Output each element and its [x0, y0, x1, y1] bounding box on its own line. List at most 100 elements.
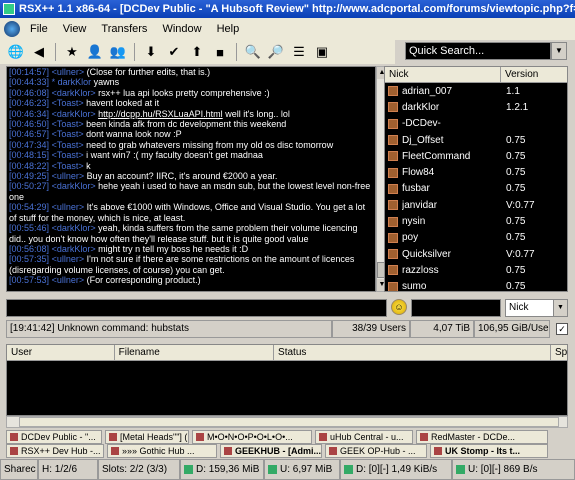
tab-hub[interactable]: UK Stomp - Its t...	[430, 444, 548, 458]
scroll-thumb[interactable]	[19, 417, 559, 427]
user-row[interactable]: -DCDev-	[385, 116, 567, 132]
user-nick: fusbar	[402, 183, 430, 195]
chat-nick[interactable]: <Toast>	[52, 161, 84, 171]
chat-nick[interactable]: <Toast>	[52, 129, 84, 139]
chat-nick[interactable]: <darkKlor>	[52, 109, 96, 119]
chat-timestamp: [00:54:29]	[9, 202, 50, 213]
column-filename[interactable]: Filename	[115, 345, 275, 360]
tab-label: uHub Central - u...	[330, 432, 404, 442]
tab-hub[interactable]: »»» Gothic Hub ...	[107, 444, 217, 458]
chat-nick[interactable]: <darkKlor>	[52, 181, 96, 191]
menu-view[interactable]: View	[63, 23, 87, 35]
users-icon[interactable]: 👤	[85, 42, 105, 62]
tab-hub[interactable]: RSX++ Dev Hub -...	[6, 444, 104, 458]
chat-text: dont wanna look now :P	[83, 129, 182, 140]
user-row[interactable]: sumo 0.75	[385, 279, 567, 291]
dl-icon[interactable]: ⬇	[141, 42, 161, 62]
chat-line: [00:56:08] <darkKlor> might try n tell m…	[7, 244, 375, 254]
quick-search-dropdown-icon[interactable]: ▼	[551, 42, 567, 60]
menu-help[interactable]: Help	[217, 23, 240, 35]
user-row[interactable]: Quicksilver V:0.77	[385, 246, 567, 262]
chat-nick[interactable]: <ullner>	[52, 254, 85, 264]
filter-column-select[interactable]: Nick ▼	[505, 299, 568, 317]
hub-icon	[10, 447, 18, 455]
menu-file[interactable]: File	[30, 23, 48, 35]
quick-search-input[interactable]: Quick Search...	[405, 42, 551, 60]
chat-log[interactable]: [00:14:57] <ullner> (Close for further e…	[6, 66, 376, 292]
user-row[interactable]: fusbar 0.75	[385, 181, 567, 197]
app-menu-icon[interactable]	[4, 21, 20, 37]
message-input[interactable]	[6, 299, 387, 317]
chat-nick[interactable]: <darkKlor>	[52, 244, 96, 254]
status-share-label: Sharec	[0, 459, 38, 480]
chat-nick[interactable]: <darkKlor>	[52, 88, 96, 98]
chat-link[interactable]: http://dcpp.hu/RSXLuaAPI.html	[98, 109, 223, 119]
show-users-checkbox[interactable]: ✓	[556, 323, 568, 335]
user-row[interactable]: Dj_Offset 0.75	[385, 132, 567, 148]
chat-timestamp: [00:57:53]	[9, 275, 50, 286]
chat-text: well it's long.. lol	[222, 108, 290, 119]
tab-label: RSX++ Dev Hub -...	[21, 446, 101, 456]
tab-hub[interactable]: uHub Central - u...	[315, 430, 413, 444]
user-nick: janvidar	[402, 199, 438, 211]
column-status[interactable]: Status	[274, 345, 552, 360]
column-speed[interactable]: Sp	[551, 345, 567, 360]
chat-nick[interactable]: <Toast>	[52, 140, 84, 150]
tab-hub[interactable]: GEEKHUB - [Admi...	[220, 444, 322, 458]
users2-icon[interactable]: 👥	[108, 42, 128, 62]
monitor-icon[interactable]: ▣	[312, 42, 332, 62]
column-version[interactable]: Version	[501, 67, 542, 82]
user-row[interactable]: adrian_007 1.1	[385, 83, 567, 99]
user-nick: poy	[402, 232, 419, 244]
user-row[interactable]: poy 0.75	[385, 230, 567, 246]
menu-window[interactable]: Window	[162, 23, 201, 35]
chat-nick[interactable]: <Toast>	[52, 98, 84, 108]
check-icon[interactable]: ✔	[164, 42, 184, 62]
user-row[interactable]: razzloss 0.75	[385, 262, 567, 278]
stop-icon[interactable]: ■	[210, 42, 230, 62]
chat-nick[interactable]: <Toast>	[52, 150, 84, 160]
user-nick: razzloss	[402, 264, 439, 276]
chat-timestamp: [00:46:23]	[9, 98, 50, 109]
user-icon	[388, 167, 398, 178]
transfer-hscrollbar[interactable]	[6, 416, 568, 428]
tab-hub[interactable]: M•O•N•O•P•O•L•O•...	[192, 430, 312, 444]
status-hubs: H: 1/2/6	[38, 459, 98, 480]
up-icon[interactable]: ⬆	[187, 42, 207, 62]
menu-transfers[interactable]: Transfers	[101, 23, 147, 35]
search2-icon[interactable]: 🔎	[266, 42, 286, 62]
chat-nick[interactable]: <darkKlor>	[52, 223, 96, 233]
search-icon[interactable]: 🔍	[243, 42, 263, 62]
user-filter-input[interactable]	[411, 299, 501, 317]
tab-hub[interactable]: [Metal Heads""] (...	[105, 430, 189, 444]
tab-hub[interactable]: RedMaster - DCDe...	[416, 430, 548, 444]
chat-line: [00:46:57] <Toast> dont wanna look now :…	[7, 129, 375, 139]
user-list[interactable]: Nick Version adrian_007 1.1 darkKlor 1.2.1 -…	[384, 66, 568, 292]
chat-nick[interactable]: <ullner>	[52, 171, 85, 181]
chat-nick[interactable]: <Toast>	[52, 119, 84, 129]
column-nick[interactable]: Nick	[385, 67, 501, 82]
status-slots: Slots: 2/2 (3/3)	[98, 459, 180, 480]
star-icon[interactable]: ★	[62, 42, 82, 62]
user-row[interactable]: janvidar V:0.77	[385, 197, 567, 213]
globe-icon[interactable]: 🌐	[6, 42, 26, 62]
chat-timestamp: [00:57:35]	[9, 254, 50, 265]
list-icon[interactable]: ☰	[289, 42, 309, 62]
user-row[interactable]: FleetCommand 0.75	[385, 148, 567, 164]
app-icon	[3, 3, 15, 15]
column-user[interactable]: User	[7, 345, 115, 360]
chat-nick[interactable]: <ullner>	[52, 202, 85, 212]
user-nick: FleetCommand	[402, 150, 471, 162]
tab-hub[interactable]: DCDev Public - "...	[6, 430, 102, 444]
chat-nick[interactable]: * darkKlor	[52, 77, 92, 87]
back-icon[interactable]: ◀	[29, 42, 49, 62]
chat-nick[interactable]: <ullner>	[52, 67, 85, 77]
tab-hub[interactable]: GEEK OP-Hub - ...	[325, 444, 427, 458]
user-row[interactable]: Flow84 0.75	[385, 164, 567, 180]
emoticon-icon[interactable]: ☺	[391, 299, 407, 315]
user-row[interactable]: darkKlor 1.2.1	[385, 99, 567, 115]
user-row[interactable]: nysin 0.75	[385, 213, 567, 229]
chat-nick[interactable]: <ullner>	[52, 275, 85, 285]
chat-timestamp: [00:47:34]	[9, 139, 50, 150]
transfer-list[interactable]: User Filename Status Sp	[6, 344, 568, 416]
